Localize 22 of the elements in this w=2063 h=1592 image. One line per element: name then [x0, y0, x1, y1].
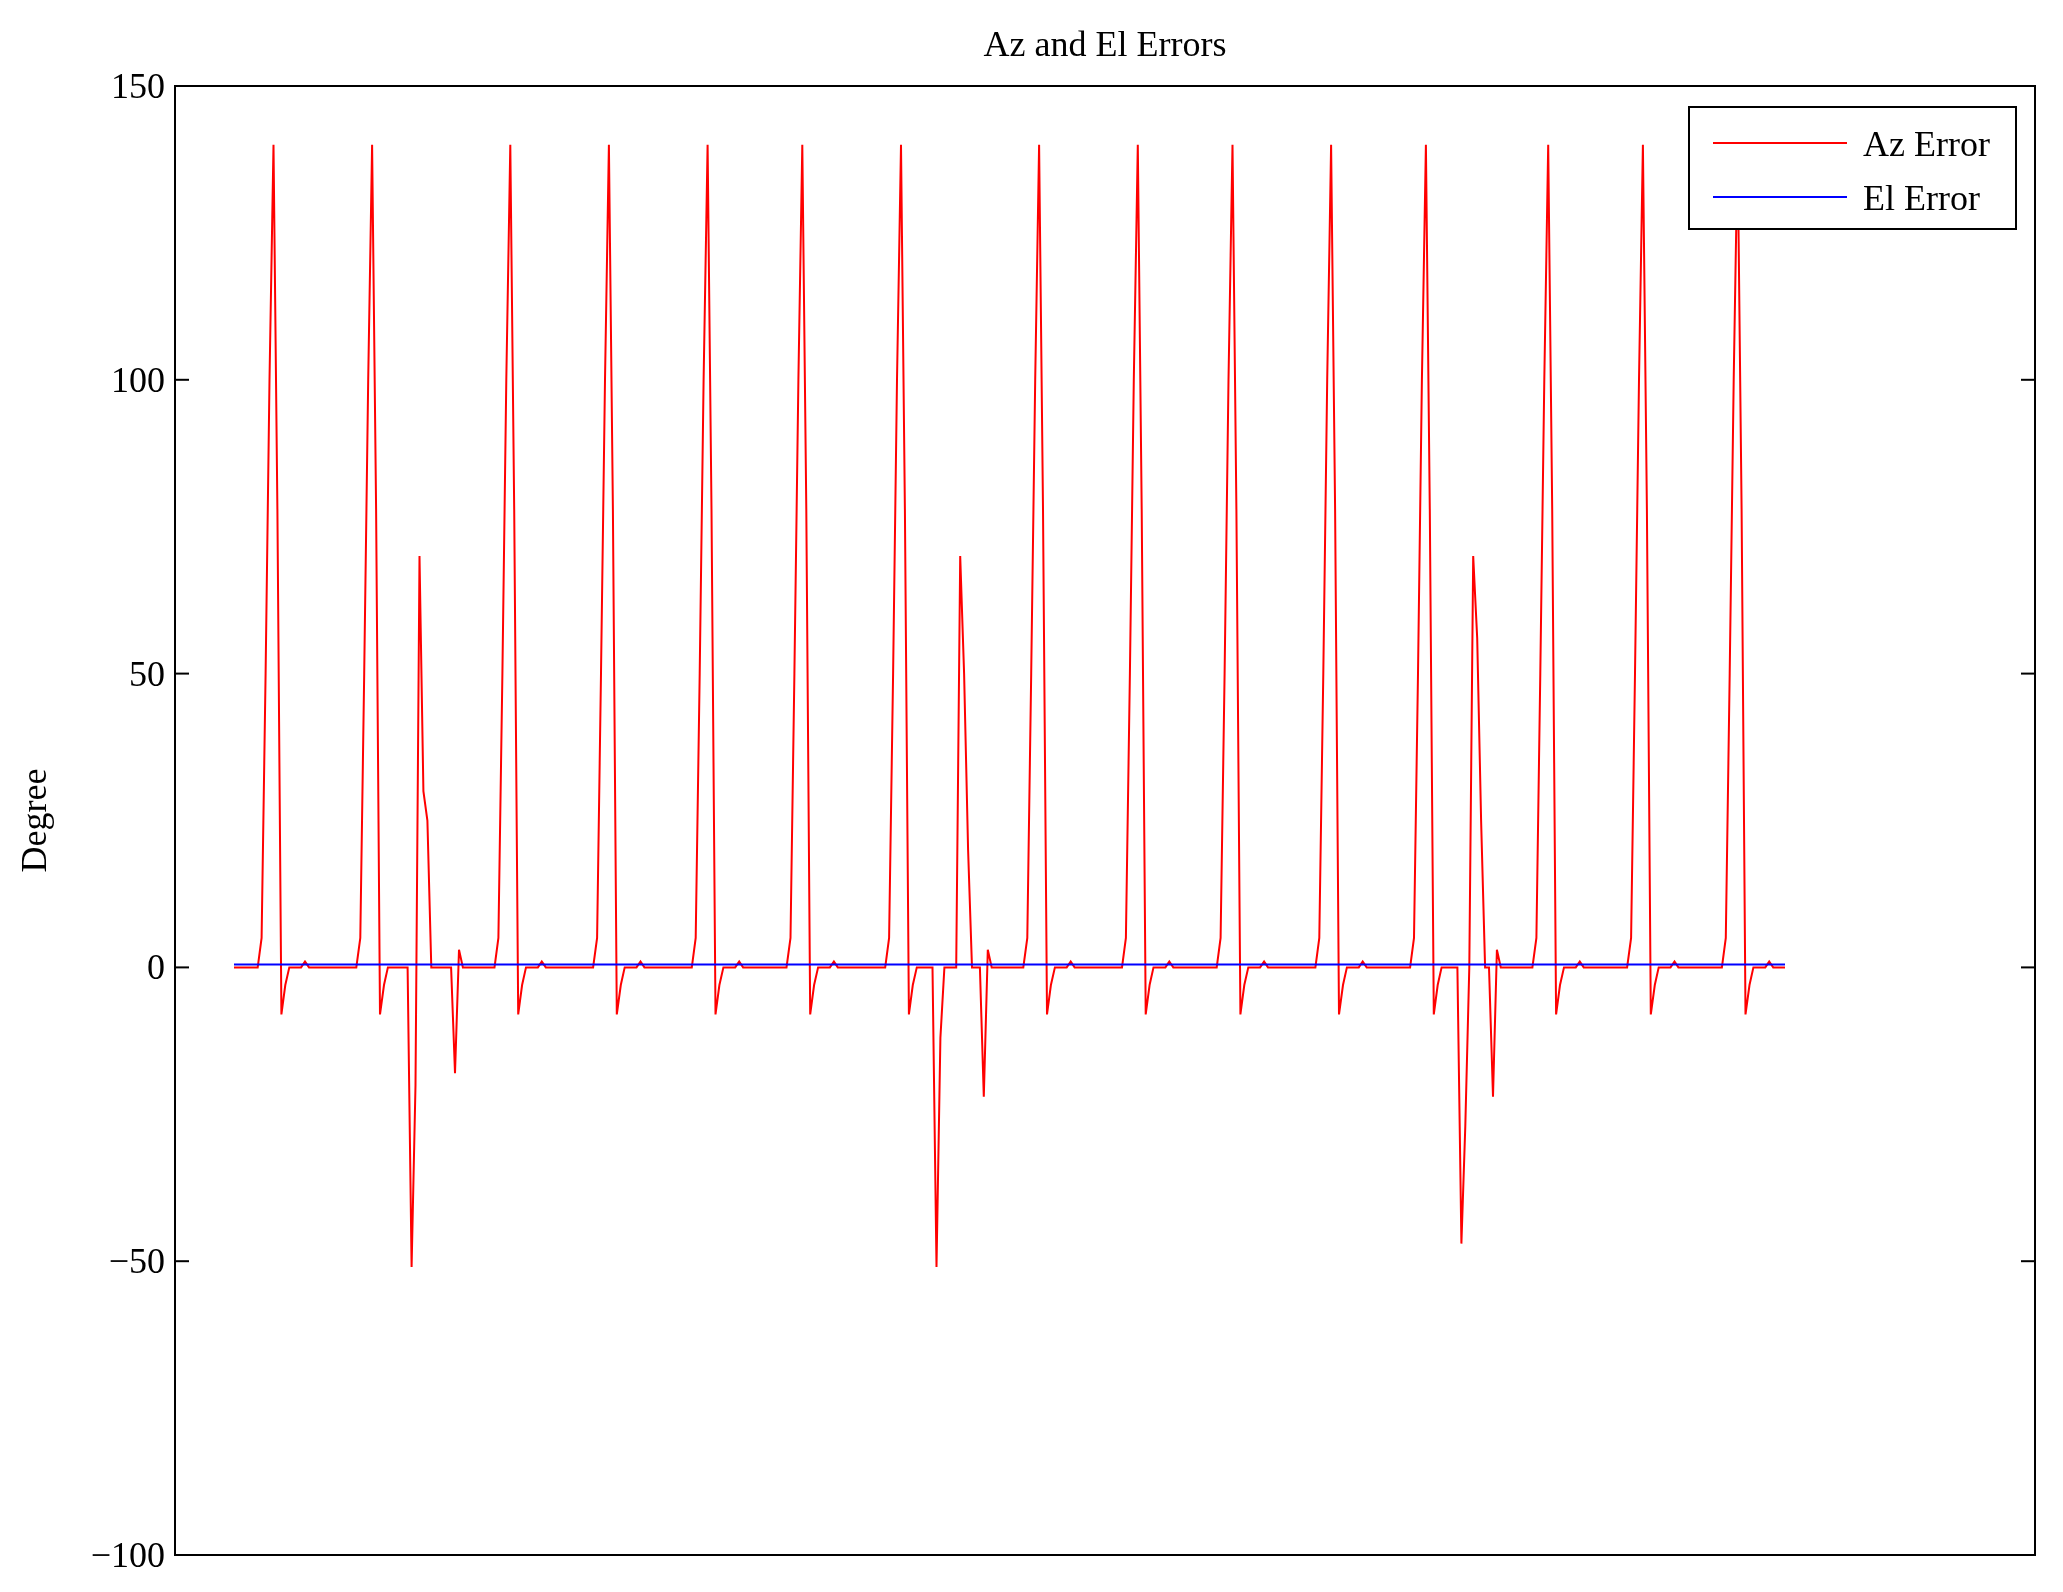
tick-mark: [2020, 1260, 2036, 1263]
tick-label: 150: [111, 66, 165, 106]
tick-mark: [2020, 1554, 2036, 1556]
tick-mark: [2020, 672, 2036, 675]
tick-label: 100: [111, 359, 165, 400]
tick-mark: [2020, 378, 2036, 381]
tick-mark: [174, 378, 190, 381]
tick-label: 50: [129, 653, 165, 694]
tick-mark: [2020, 85, 2036, 87]
tick-mark: [174, 966, 190, 969]
tick-mark: [174, 1554, 190, 1556]
tick-mark: [174, 1260, 190, 1263]
legend-label: El Error: [1863, 178, 1980, 218]
tick-label: 0: [147, 947, 165, 988]
tick-mark: [2020, 966, 2036, 969]
tick-label: −50: [108, 1241, 165, 1282]
tick-mark: [174, 85, 190, 87]
chart-title: Az and El Errors: [983, 24, 1227, 64]
legend-label: Az Error: [1863, 124, 1990, 164]
axis-label: Degree: [14, 768, 54, 873]
tick-mark: [174, 672, 190, 675]
tick-label: −100: [90, 1535, 165, 1575]
